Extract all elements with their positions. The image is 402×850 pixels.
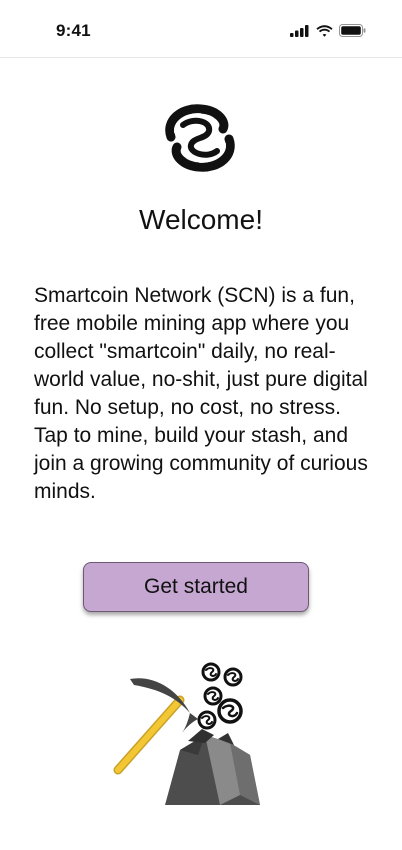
- status-time: 9:41: [56, 21, 91, 40]
- pickaxe-mining-illustration: [113, 662, 260, 805]
- status-bar: 9:41: [0, 0, 402, 58]
- signal-icon: [290, 24, 309, 37]
- coin-icon: [201, 662, 221, 682]
- smartcoin-logo-icon: [165, 104, 235, 172]
- get-started-button[interactable]: Get started: [83, 562, 309, 612]
- welcome-title: Welcome!: [139, 204, 263, 235]
- coin-icon: [217, 698, 243, 724]
- coin-icon: [197, 710, 217, 730]
- coin-icon: [203, 686, 223, 706]
- coin-icon: [223, 667, 243, 687]
- rock-icon: [165, 729, 260, 805]
- coin-icons: [197, 662, 243, 730]
- battery-icon: [339, 24, 366, 37]
- status-icons: [290, 24, 366, 37]
- welcome-description: Smartcoin Network (SCN) is a fun, free m…: [34, 284, 368, 503]
- wifi-icon: [316, 24, 333, 37]
